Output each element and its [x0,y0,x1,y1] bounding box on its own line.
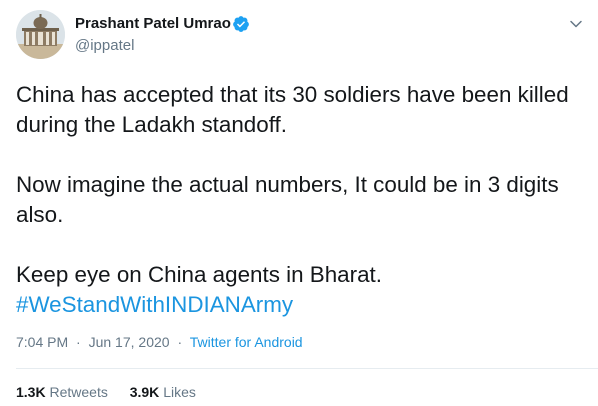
divider [16,368,598,369]
meta-separator: · [177,334,183,350]
meta-separator: · [76,334,81,350]
tweet-date[interactable]: Jun 17, 2020 [89,334,170,350]
chevron-down-icon[interactable] [566,14,586,34]
avatar-image [16,10,65,59]
author-handle[interactable]: @ippatel [75,37,134,54]
tweet-card: Prashant Patel Umrao @ippatel China has … [0,0,598,406]
retweets-stat[interactable]: 1.3K Retweets [16,384,112,400]
tweet-text: China has accepted that its 30 soldiers … [16,80,586,320]
verified-badge-icon [233,16,249,32]
author-name[interactable]: Prashant Patel Umrao [75,15,231,32]
tweet-source-link[interactable]: Twitter for Android [190,334,303,350]
tweet-line-2: Now imagine the actual numbers, It could… [16,172,559,227]
tweet-line-1: China has accepted that its 30 soldiers … [16,82,569,137]
retweets-label: Retweets [49,384,108,400]
tweet-line-3: Keep eye on China agents in Bharat. [16,262,382,287]
avatar[interactable] [16,10,65,59]
hashtag-link[interactable]: #WeStandWithINDIANArmy [16,292,293,317]
tweet-stats: 1.3K Retweets 3.9K Likes [16,384,214,400]
tweet-time[interactable]: 7:04 PM [16,334,68,350]
likes-stat[interactable]: 3.9K Likes [130,384,196,400]
retweets-count: 1.3K [16,384,46,400]
likes-label: Likes [163,384,196,400]
tweet-meta: 7:04 PM · Jun 17, 2020 · Twitter for And… [16,334,303,350]
likes-count: 3.9K [129,384,160,400]
